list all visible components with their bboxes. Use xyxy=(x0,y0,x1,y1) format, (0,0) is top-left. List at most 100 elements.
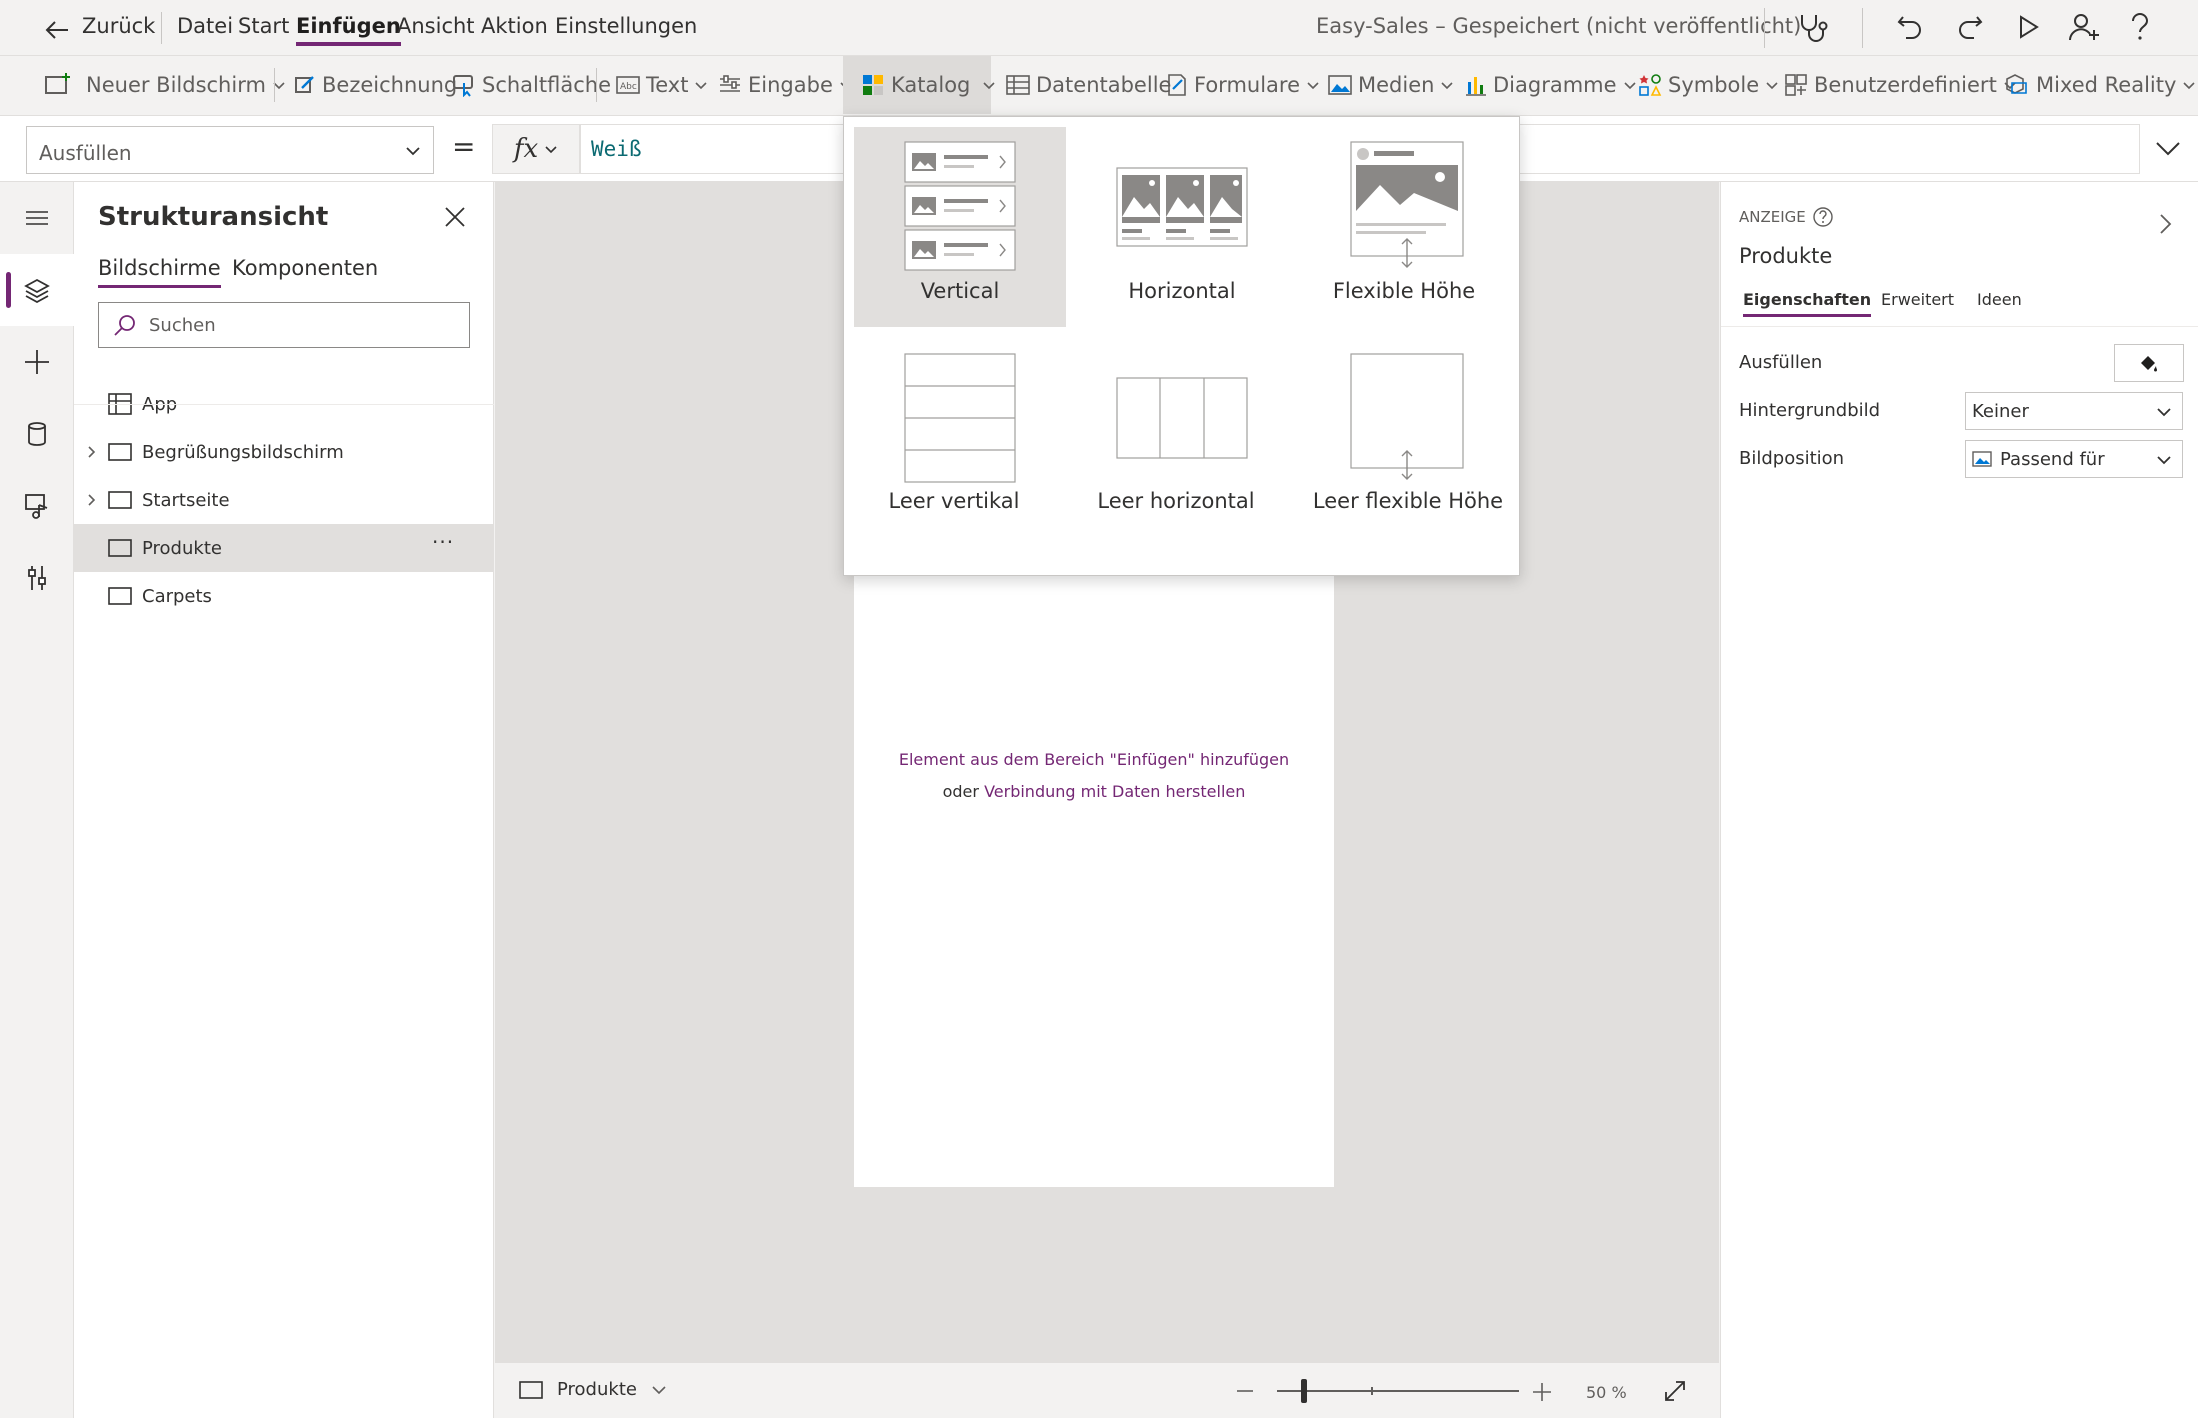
chevron-down-icon xyxy=(2156,405,2172,419)
media-button[interactable]: Medien xyxy=(1328,56,1454,114)
tree-item-label: Begrüßungsbildschirm xyxy=(142,441,344,463)
fx-button[interactable]: fx xyxy=(492,124,580,174)
gallery-option-horizontal[interactable]: Horizontal xyxy=(1076,127,1288,327)
new-screen-label: Neuer Bildschirm xyxy=(86,73,266,97)
data-cylinder-icon[interactable] xyxy=(0,398,74,470)
screen-icon xyxy=(108,539,132,557)
redo-icon[interactable] xyxy=(1955,12,1985,42)
gallery-option-blank-horizontal[interactable]: Leer horizontal xyxy=(1076,337,1288,537)
screen-icon xyxy=(108,491,132,509)
left-rail xyxy=(0,182,74,1418)
screen-selector[interactable]: Produkte xyxy=(519,1379,667,1400)
divider xyxy=(1721,326,2198,327)
media-library-icon[interactable] xyxy=(0,470,74,542)
media-icon xyxy=(1328,75,1352,95)
divider xyxy=(596,68,597,102)
background-image-select[interactable]: Keiner xyxy=(1965,392,2183,430)
mixed-reality-button[interactable]: Mixed Reality xyxy=(2004,56,2196,114)
zoom-slider-thumb[interactable] xyxy=(1301,1379,1307,1403)
expand-formula-icon[interactable] xyxy=(2154,136,2182,160)
undo-icon[interactable] xyxy=(1895,12,1925,42)
divider xyxy=(1862,8,1863,48)
data-table-label: Datentabelle xyxy=(1036,73,1172,97)
custom-label: Benutzerdefiniert xyxy=(1814,73,1997,97)
tree-item-startseite[interactable]: Startseite xyxy=(74,476,494,524)
tab-advanced[interactable]: Erweitert xyxy=(1881,290,1954,309)
advanced-tools-icon[interactable] xyxy=(0,542,74,614)
button-button[interactable]: Schaltfläche xyxy=(452,56,611,114)
background-image-value: Keiner xyxy=(1972,400,2029,422)
info-icon[interactable] xyxy=(1812,206,1834,228)
menu-aktion[interactable]: Aktion xyxy=(481,14,548,38)
tab-properties[interactable]: Eigenschaften xyxy=(1743,290,1872,317)
image-position-select[interactable]: Passend für xyxy=(1965,440,2183,478)
gallery-option-label: Flexible Höhe xyxy=(1332,279,1476,303)
gallery-option-flexible-height[interactable]: Flexible Höhe xyxy=(1298,127,1510,327)
tab-screens[interactable]: Bildschirme xyxy=(98,256,221,288)
chevron-down-icon xyxy=(2156,453,2172,467)
property-select-value: Ausfüllen xyxy=(39,141,132,165)
stethoscope-icon[interactable] xyxy=(1796,12,1830,44)
help-icon[interactable] xyxy=(2128,12,2152,42)
tree-item-begruessungsbildschirm[interactable]: Begrüßungsbildschirm xyxy=(74,428,494,476)
image-position-value: Passend für xyxy=(2000,448,2105,470)
custom-icon xyxy=(1784,73,1808,97)
custom-button[interactable]: Benutzerdefiniert xyxy=(1784,56,2017,114)
insert-pane-link[interactable]: Element aus dem Bereich "Einfügen" hinzu… xyxy=(854,750,1334,769)
tab-ideas[interactable]: Ideen xyxy=(1977,290,2022,309)
menu-start[interactable]: Start xyxy=(238,14,289,38)
menu-einstellungen[interactable]: Einstellungen xyxy=(555,14,697,38)
gallery-label: Katalog xyxy=(891,73,971,97)
more-options-button[interactable]: ··· xyxy=(432,530,454,554)
input-button[interactable]: Eingabe xyxy=(718,56,853,114)
chevron-right-icon[interactable] xyxy=(86,493,98,507)
chevron-right-icon[interactable] xyxy=(86,445,98,459)
gallery-option-label: Leer flexible Höhe xyxy=(1312,489,1504,513)
gallery-icon xyxy=(861,73,885,97)
tree-search-input[interactable]: Suchen xyxy=(98,302,470,348)
gallery-button[interactable]: Katalog xyxy=(843,56,995,114)
icons-button[interactable]: Symbole xyxy=(1638,56,1779,114)
text-button[interactable]: Abc Text xyxy=(616,56,708,114)
forms-button[interactable]: Formulare xyxy=(1166,56,1320,114)
menu-bar: Zurück Datei Start Einfügen Ansicht Akti… xyxy=(0,0,2198,56)
image-fit-icon xyxy=(1972,451,1992,467)
forms-icon xyxy=(1166,73,1188,97)
tree-view-layers-icon[interactable] xyxy=(0,254,74,326)
menu-ansicht[interactable]: Ansicht xyxy=(397,14,475,38)
blank-horizontal-gallery-icon xyxy=(1116,377,1248,459)
fit-to-window-icon[interactable] xyxy=(1663,1379,1687,1403)
tree-item-produkte[interactable]: Produkte ··· xyxy=(74,524,494,572)
tree-item-carpets[interactable]: Carpets xyxy=(74,572,494,620)
charts-label: Diagramme xyxy=(1493,73,1617,97)
back-arrow-icon[interactable] xyxy=(44,18,70,42)
gallery-option-blank-vertical[interactable]: Leer vertikal xyxy=(854,337,1066,537)
add-plus-icon[interactable] xyxy=(0,326,74,398)
label-button[interactable]: Bezeichnung xyxy=(294,56,457,114)
zoom-slider[interactable] xyxy=(1277,1379,1519,1403)
menu-datei[interactable]: Datei xyxy=(177,14,233,38)
charts-button[interactable]: Diagramme xyxy=(1465,56,1637,114)
gallery-option-vertical[interactable]: Vertical xyxy=(854,127,1066,327)
hamburger-icon[interactable] xyxy=(0,182,74,254)
data-table-button[interactable]: Datentabelle xyxy=(1006,56,1171,114)
gallery-option-blank-flexible-height[interactable]: Leer flexible Höhe xyxy=(1298,337,1510,537)
fill-color-picker[interactable] xyxy=(2114,344,2184,382)
new-screen-icon xyxy=(44,73,72,97)
zoom-out-icon[interactable] xyxy=(1237,1389,1253,1393)
new-screen-button[interactable]: Neuer Bildschirm xyxy=(44,56,286,114)
connect-data-link[interactable]: Verbindung mit Daten herstellen xyxy=(984,782,1245,801)
tab-components[interactable]: Komponenten xyxy=(232,256,378,280)
property-select[interactable]: Ausfüllen xyxy=(26,126,434,174)
chevron-down-icon xyxy=(2182,78,2196,92)
charts-icon xyxy=(1465,74,1487,96)
collapse-panel-icon[interactable] xyxy=(2157,212,2173,236)
screen-icon xyxy=(108,587,132,605)
play-icon[interactable] xyxy=(2014,13,2042,41)
share-user-icon[interactable] xyxy=(2068,12,2102,42)
back-button[interactable]: Zurück xyxy=(82,14,155,38)
close-icon[interactable] xyxy=(444,206,466,228)
menu-einfuegen[interactable]: Einfügen xyxy=(296,14,401,46)
zoom-in-icon[interactable] xyxy=(1533,1383,1551,1401)
current-screen-name: Produkte xyxy=(557,1379,637,1400)
